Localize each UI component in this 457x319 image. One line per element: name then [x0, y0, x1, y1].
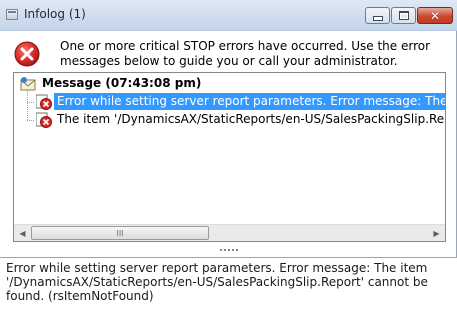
- maximize-button[interactable]: [391, 7, 416, 24]
- scroll-left-button[interactable]: ◀: [14, 225, 31, 241]
- pane-splitter[interactable]: [0, 243, 457, 257]
- close-button[interactable]: ✕: [417, 7, 453, 24]
- minimize-icon: [372, 16, 383, 21]
- tree-root-label: Message (07:43:08 pm): [42, 76, 202, 90]
- error-item-icon: [36, 112, 52, 128]
- minimize-button[interactable]: [365, 7, 390, 24]
- scrollbar-thumb[interactable]: III: [31, 226, 209, 240]
- scroll-right-icon: ▶: [433, 228, 440, 238]
- error-stop-icon: [14, 41, 40, 67]
- message-detail-text: Error while setting server report parame…: [6, 261, 428, 303]
- tree-item-error-1[interactable]: Error while setting server report parame…: [36, 93, 445, 110]
- infolog-window: Infolog (1) ✕ One or more critical STOP …: [0, 0, 457, 319]
- window-title: Infolog (1): [24, 7, 86, 21]
- tree-connector: [27, 120, 35, 121]
- close-icon: ✕: [429, 8, 441, 23]
- message-tree[interactable]: Message (07:43:08 pm) Error while settin…: [13, 72, 446, 242]
- tree-item-label: Error while setting server report parame…: [54, 93, 445, 110]
- error-item-icon: [36, 94, 52, 110]
- scrollbar-grip: III: [116, 228, 124, 238]
- horizontal-scrollbar[interactable]: ◀ III ▶: [14, 224, 445, 241]
- tree-item-error-2[interactable]: The item '/DynamicsAX/StaticReports/en-U…: [36, 111, 446, 128]
- scroll-right-button[interactable]: ▶: [428, 225, 445, 241]
- app-window-icon: [6, 9, 18, 20]
- splitter-grip-icon: [219, 249, 238, 251]
- error-summary-message: One or more critical STOP errors have oc…: [60, 39, 431, 68]
- tree-connector: [27, 102, 35, 103]
- title-bar[interactable]: Infolog (1) ✕: [0, 0, 457, 31]
- tree-connector: [27, 91, 28, 121]
- scroll-left-icon: ◀: [19, 228, 26, 238]
- message-detail-pane[interactable]: Error while setting server report parame…: [0, 257, 457, 319]
- tree-item-label: The item '/DynamicsAX/StaticReports/en-U…: [57, 112, 446, 126]
- message-envelope-icon: [20, 77, 36, 91]
- maximize-icon: [398, 11, 409, 20]
